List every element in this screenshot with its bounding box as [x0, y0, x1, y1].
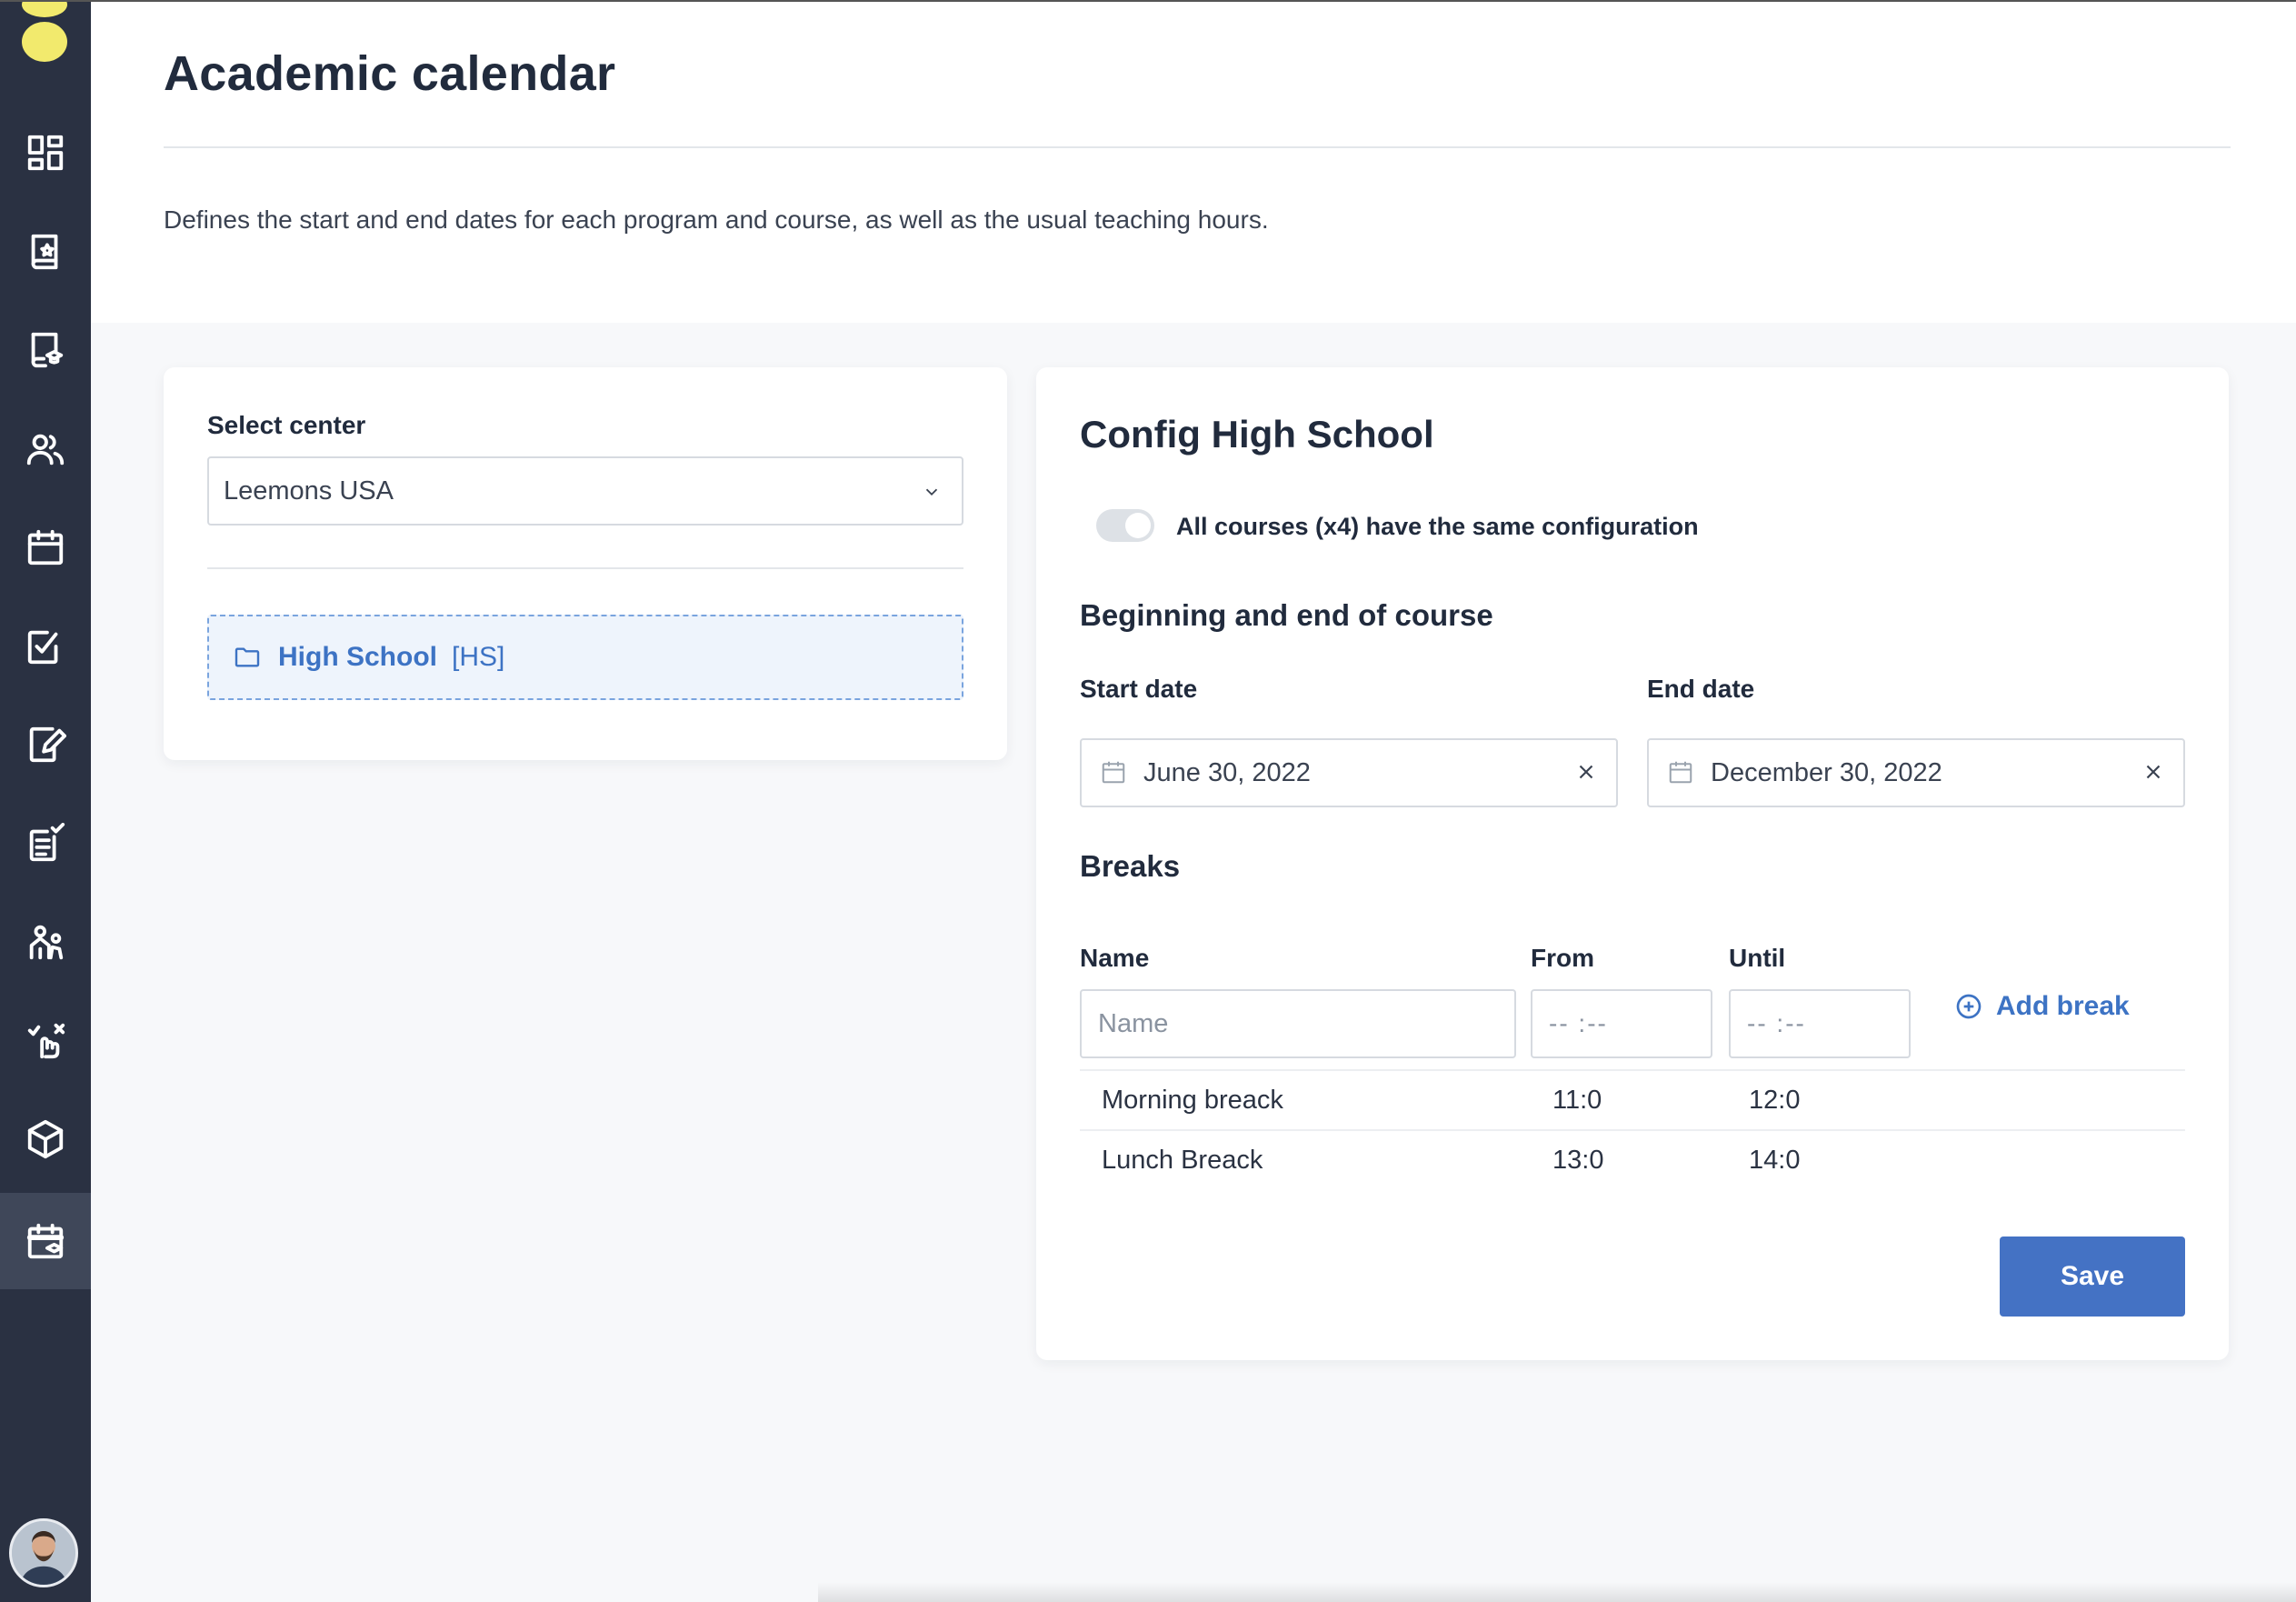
academic-calendar-icon[interactable]	[0, 1193, 91, 1289]
center-panel: Select center Leemons USA High School [H…	[164, 367, 1007, 760]
calendar-icon	[1669, 761, 1692, 784]
table-divider	[1080, 1129, 2185, 1131]
break-row-name: Lunch Breack	[1102, 1146, 1263, 1175]
break-from-placeholder: -- :--	[1549, 1009, 1608, 1037]
end-date-value: December 30, 2022	[1711, 757, 1942, 787]
page-title: Academic calendar	[164, 46, 616, 101]
break-row-until: 14:0	[1749, 1146, 1801, 1175]
save-button[interactable]: Save	[2000, 1237, 2185, 1317]
config-title: Config High School	[1080, 413, 1434, 456]
book-graduation-icon[interactable]	[0, 305, 91, 395]
break-row-name: Morning breack	[1102, 1086, 1283, 1115]
tree-node-high-school[interactable]: High School [HS]	[207, 615, 963, 700]
select-center-label: Select center	[207, 411, 366, 439]
calendar-icon	[1102, 761, 1125, 784]
logo-icon[interactable]	[20, 2, 69, 65]
table-divider	[1080, 1069, 2185, 1071]
course-section-title: Beginning and end of course	[1080, 598, 1493, 632]
break-from-input[interactable]: -- :--	[1531, 989, 1712, 1058]
break-name-header: Name	[1080, 944, 1150, 972]
start-date-label: Start date	[1080, 675, 1198, 703]
config-panel: Config High School All courses (x4) have…	[1036, 367, 2229, 1360]
tree-node-abbr: [HS]	[452, 642, 505, 672]
collaboration-icon[interactable]	[0, 896, 91, 987]
plus-circle-icon	[1956, 994, 1982, 1019]
clear-icon[interactable]	[1574, 760, 1598, 784]
avatar[interactable]	[9, 1518, 78, 1587]
bottom-shadow	[818, 1582, 2296, 1602]
break-row-from: 11:0	[1552, 1086, 1602, 1115]
panel-divider	[207, 567, 963, 569]
cube-icon[interactable]	[0, 1094, 91, 1185]
calendar-icon[interactable]	[0, 502, 91, 593]
breaks-title: Breaks	[1080, 849, 1181, 883]
break-name-input[interactable]: Name	[1080, 989, 1516, 1058]
add-break-label: Add break	[1996, 991, 2130, 1021]
folder-icon	[235, 647, 260, 667]
same-config-label: All courses (x4) have the same configura…	[1176, 513, 1699, 540]
edit-document-icon[interactable]	[0, 699, 91, 790]
page-description: Defines the start and end dates for each…	[164, 205, 1269, 234]
user-avatar	[12, 1521, 75, 1585]
break-name-placeholder: Name	[1098, 1008, 1169, 1038]
start-date-value: June 30, 2022	[1143, 757, 1311, 787]
dashboard-icon[interactable]	[0, 107, 91, 198]
break-until-placeholder: -- :--	[1747, 1009, 1806, 1037]
users-icon[interactable]	[0, 404, 91, 495]
tree-node-name: High School	[278, 642, 437, 672]
break-until-input[interactable]: -- :--	[1729, 989, 1911, 1058]
center-select-value: Leemons USA	[224, 476, 394, 506]
add-break-button[interactable]: Add break	[1954, 991, 2130, 1022]
checklist-document-icon[interactable]	[0, 798, 91, 889]
clear-icon[interactable]	[2141, 760, 2165, 784]
gesture-icon[interactable]	[0, 996, 91, 1086]
app-root: Academic calendar Defines the start and …	[0, 0, 2296, 1602]
sidebar	[0, 0, 91, 1602]
break-from-header: From	[1531, 944, 1594, 972]
break-row-from: 13:0	[1552, 1146, 1604, 1175]
chevron-down-icon	[925, 488, 938, 496]
break-row-until: 12:0	[1749, 1086, 1801, 1115]
page-header: Academic calendar Defines the start and …	[91, 0, 2296, 323]
task-check-icon[interactable]	[0, 601, 91, 692]
center-select[interactable]: Leemons USA	[207, 456, 963, 526]
break-until-header: Until	[1729, 944, 1786, 972]
header-divider	[164, 146, 2231, 148]
same-config-toggle[interactable]	[1096, 509, 1154, 542]
end-date-input[interactable]: December 30, 2022	[1647, 738, 2185, 807]
start-date-input[interactable]: June 30, 2022	[1080, 738, 1618, 807]
book-star-icon[interactable]	[0, 206, 91, 297]
end-date-label: End date	[1647, 675, 1755, 703]
